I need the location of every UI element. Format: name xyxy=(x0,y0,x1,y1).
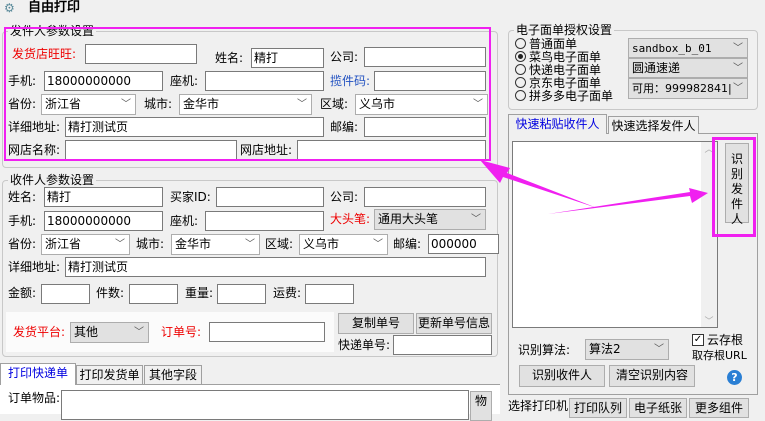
arrow-to-sender xyxy=(480,160,597,208)
annotation-arrows xyxy=(480,160,708,214)
arrow-to-recognize xyxy=(548,188,708,214)
